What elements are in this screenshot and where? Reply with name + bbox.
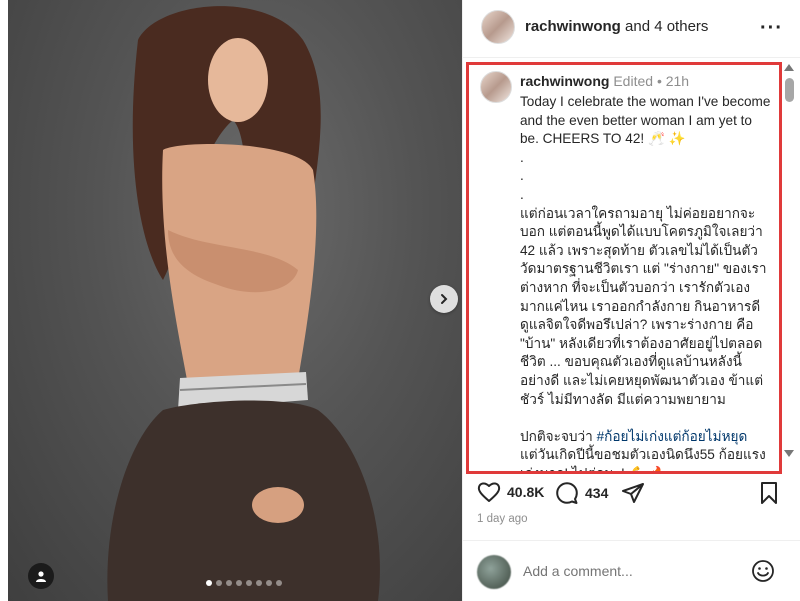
hashtag-link[interactable]: #ก้อยไม่เก่งแต่ก้อยไม่หยุด — [597, 429, 748, 444]
share-action[interactable] — [621, 481, 645, 505]
edited-label: Edited — [613, 73, 654, 89]
carousel-dot — [216, 580, 222, 586]
caption-text: Today I celebrate the woman I've become … — [520, 93, 775, 474]
emoji-icon — [752, 560, 774, 582]
post-actions: 40.8K 434 — [463, 478, 800, 510]
meta-bullet: • — [656, 73, 662, 89]
chevron-right-icon — [441, 294, 448, 304]
caption-username[interactable]: rachwinwong — [520, 73, 609, 89]
save-action[interactable] — [759, 481, 779, 505]
like-action[interactable]: 40.8K — [477, 481, 544, 503]
caption-english: Today I celebrate the woman I've become … — [520, 94, 775, 147]
caption-thai: แต่ก่อนเวลาใครถามอายุ ไม่ค่อยอยากจะบอก แ… — [520, 205, 767, 407]
carousel-dot — [246, 580, 252, 586]
tagged-users-button[interactable] — [28, 563, 54, 589]
next-slide-button[interactable] — [430, 285, 458, 313]
caption-scrollbar[interactable] — [782, 62, 796, 462]
scroll-thumb[interactable] — [785, 78, 794, 102]
author-username[interactable]: rachwinwong — [525, 18, 621, 35]
post-authors[interactable]: rachwinwong and 4 others — [525, 18, 708, 35]
post-timestamp[interactable]: 1 day ago — [477, 513, 528, 525]
carousel-dot — [226, 580, 232, 586]
send-icon[interactable] — [621, 481, 645, 505]
bookmark-icon[interactable] — [759, 481, 779, 505]
co-authors-label[interactable]: and 4 others — [625, 18, 708, 35]
caption-time: 21h — [665, 73, 690, 89]
carousel-dot — [236, 580, 242, 586]
caption-avatar[interactable] — [480, 71, 512, 103]
carousel-dot — [276, 580, 282, 586]
caption-meta: rachwinwong Edited • 21h — [520, 73, 689, 89]
viewer-avatar — [477, 555, 511, 589]
more-horizontal-icon[interactable]: ··· — [760, 18, 783, 38]
carousel-dot — [266, 580, 272, 586]
post-header: rachwinwong and 4 others ··· — [463, 0, 800, 58]
post-photo[interactable] — [8, 0, 462, 601]
carousel-dot — [256, 580, 262, 586]
caption-highlight-box: rachwinwong Edited • 21h Today I celebra… — [466, 62, 782, 474]
comment-action[interactable]: 434 — [555, 481, 608, 505]
post-side-panel: rachwinwong and 4 others ··· rachwinwong… — [462, 0, 800, 601]
comment-bar — [463, 540, 800, 601]
caption-dots: . . . — [520, 149, 524, 202]
caption-thai-prefix: ปกติจะจบว่า — [520, 428, 597, 444]
photo-figure — [107, 6, 380, 601]
likes-count[interactable]: 40.8K — [507, 484, 544, 500]
caption-thai-ending: แต่วันเกิดปีนี้ขอชมตัวเองนิดนึง55 ก้อยแร… — [520, 447, 766, 474]
comment-input[interactable] — [523, 563, 743, 579]
comments-count[interactable]: 434 — [585, 485, 608, 501]
carousel-indicator — [206, 580, 282, 586]
author-avatar[interactable] — [481, 10, 515, 44]
heart-icon[interactable] — [477, 481, 501, 503]
comment-icon[interactable] — [555, 481, 579, 505]
scroll-up-arrow[interactable] — [784, 64, 794, 71]
user-tag-icon — [36, 571, 46, 582]
emoji-button[interactable] — [751, 559, 775, 588]
carousel-dot — [206, 580, 212, 586]
scroll-down-arrow[interactable] — [784, 450, 794, 457]
